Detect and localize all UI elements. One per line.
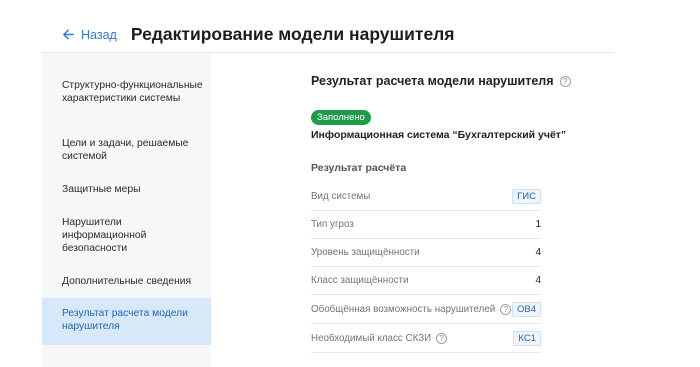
row-label: Вид системы (311, 191, 370, 202)
sidebar-item-result[interactable]: Результат расчета модели нарушителя (42, 298, 211, 345)
question-circle-icon[interactable]: ? (436, 333, 448, 344)
sidebar-item-label: Результат расчета модели нарушителя (62, 308, 188, 332)
result-row-protection-level: Уровень защищённости 4 (311, 239, 541, 267)
question-circle-icon[interactable]: ? (500, 304, 512, 315)
result-row-protection-class: Класс защищённости 4 (311, 267, 541, 295)
back-label: Назад (81, 27, 117, 42)
row-label: Обобщённая возможность нарушителей? (311, 304, 512, 315)
back-button[interactable]: Назад (62, 28, 117, 42)
row-label: Необходимый класс СКЗИ? (311, 333, 448, 344)
row-label-text: Обобщённая возможность нарушителей (311, 304, 496, 315)
sidebar-item-label: Нарушители информационной безопасности (62, 217, 147, 254)
result-row-skzi-class: Необходимый класс СКЗИ? КС1 (311, 325, 541, 353)
row-label: Класс защищённости (311, 275, 409, 286)
row-label: Тип угроз (311, 219, 354, 230)
row-value-tag: КС1 (513, 331, 541, 346)
sidebar: Структурно-функциональные характеристики… (42, 53, 211, 367)
sidebar-item-label: Защитные меры (62, 184, 141, 195)
sidebar-item-protection[interactable]: Защитные меры (42, 183, 211, 196)
row-value-tag: ОВ4 (511, 302, 541, 317)
content-title: Результат расчета модели нарушителя ? (311, 74, 571, 88)
sidebar-item-structure[interactable]: Структурно-функциональные характеристики… (42, 79, 211, 105)
question-circle-icon[interactable]: ? (559, 75, 571, 87)
row-value: 4 (535, 275, 541, 286)
sidebar-item-additional[interactable]: Дополнительные сведения (42, 275, 211, 288)
row-value: 1 (535, 219, 541, 230)
result-row-threat-type: Тип угроз 1 (311, 211, 541, 239)
result-row-system-type: Вид системы ГИС (311, 183, 541, 211)
arrow-left-icon (63, 29, 74, 40)
page-header: Назад Редактирование модели нарушителя (62, 24, 455, 45)
content-title-text: Результат расчета модели нарушителя (311, 74, 554, 88)
section-title: Результат расчёта (311, 162, 407, 174)
row-label-text: Тип угроз (311, 219, 354, 230)
row-label-text: Необходимый класс СКЗИ (311, 333, 432, 344)
row-label-text: Уровень защищённости (311, 247, 420, 258)
row-label: Уровень защищённости (311, 247, 420, 258)
sidebar-item-label: Дополнительные сведения (62, 276, 192, 287)
sidebar-item-label: Структурно-функциональные характеристики… (62, 80, 203, 104)
row-value: 4 (535, 247, 541, 258)
row-label-text: Класс защищённости (311, 275, 409, 286)
row-label-text: Вид системы (311, 191, 371, 202)
page-title: Редактирование модели нарушителя (130, 24, 455, 44)
row-value-tag: ГИС (512, 189, 541, 204)
sidebar-item-goals[interactable]: Цели и задачи, решаемые системой (42, 137, 211, 163)
status-badge: Заполнено (311, 110, 371, 125)
sidebar-item-label: Цели и задачи, решаемые системой (62, 138, 189, 162)
system-name: Информационная система “Бухгалтерский уч… (311, 129, 567, 141)
sidebar-item-violators[interactable]: Нарушители информационной безопасности (42, 216, 211, 255)
result-row-violator-capability: Обобщённая возможность нарушителей? ОВ4 (311, 296, 541, 324)
